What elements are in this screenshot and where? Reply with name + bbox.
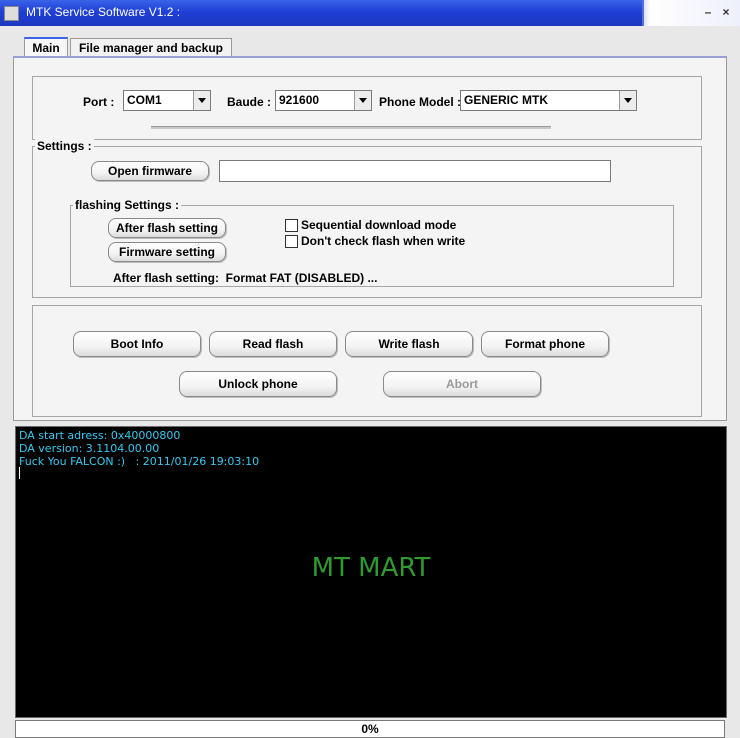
log-line: DA start adress: 0x40000800 [19, 429, 181, 442]
firmware-setting-button[interactable]: Firmware setting [108, 242, 226, 262]
settings-group-label: Settings : [35, 139, 94, 153]
connection-divider [151, 126, 551, 129]
baud-select[interactable]: 921600 [275, 90, 372, 111]
flashing-settings-group: flashing Settings : After flash setting … [70, 198, 674, 287]
sequential-download-label: Sequential download mode [301, 218, 457, 232]
chevron-down-icon[interactable] [193, 91, 210, 110]
app-icon [4, 6, 19, 21]
after-flash-status-text: After flash setting: Format FAT (DISABLE… [113, 271, 378, 285]
close-icon[interactable]: × [718, 4, 734, 20]
dont-check-flash-label: Don't check flash when write [301, 234, 466, 248]
format-phone-button[interactable]: Format phone [481, 331, 609, 357]
actions-group: Boot Info Read flash Write flash Format … [32, 305, 702, 417]
abort-button[interactable]: Abort [383, 371, 541, 397]
title-bar: MTK Service Software V1.2 : – × [0, 0, 740, 26]
window-title: MTK Service Software V1.2 : [26, 5, 181, 19]
baud-label: Baude : [227, 95, 272, 109]
port-select[interactable]: COM1 [123, 90, 211, 111]
text-cursor [19, 467, 20, 479]
tab-main[interactable]: Main [24, 37, 68, 57]
chevron-down-icon[interactable] [354, 91, 371, 110]
tab-file-manager[interactable]: File manager and backup [70, 38, 232, 57]
log-line: DA version: 3.1104.00.00 [19, 442, 160, 455]
after-flash-setting-button[interactable]: After flash setting [108, 218, 226, 238]
unlock-phone-button[interactable]: Unlock phone [179, 371, 337, 397]
main-panel: Port : COM1 Baude : 921600 Phone Model :… [13, 56, 727, 421]
watermark-text: MT MART [311, 553, 431, 583]
write-flash-button[interactable]: Write flash [345, 331, 473, 357]
progress-label: 0% [361, 722, 379, 736]
title-bar-separator [642, 0, 644, 26]
dont-check-flash-checkbox[interactable] [285, 235, 298, 248]
boot-info-button[interactable]: Boot Info [73, 331, 201, 357]
phone-model-label: Phone Model : [379, 95, 461, 109]
progress-bar: 0% [15, 720, 725, 738]
phone-model-value: GENERIC MTK [464, 93, 548, 107]
log-line: Fuck You FALCON :) : 2011/01/26 19:03:10 [19, 455, 260, 468]
flashing-settings-label: flashing Settings : [73, 198, 182, 212]
chevron-down-icon[interactable] [619, 91, 636, 110]
phone-model-select[interactable]: GENERIC MTK [460, 90, 637, 111]
log-console[interactable]: DA start adress: 0x40000800 DA version: … [15, 426, 727, 718]
minimize-icon[interactable]: – [700, 4, 716, 20]
port-value: COM1 [127, 93, 162, 107]
baud-value: 921600 [279, 93, 320, 107]
settings-group: Settings : Open firmware flashing Settin… [32, 139, 702, 298]
read-flash-button[interactable]: Read flash [209, 331, 337, 357]
firmware-path-field[interactable] [219, 160, 611, 182]
connection-group: Port : COM1 Baude : 921600 Phone Model :… [32, 76, 702, 140]
sequential-download-checkbox[interactable] [285, 219, 298, 232]
open-firmware-button[interactable]: Open firmware [91, 161, 209, 181]
port-label: Port : [83, 95, 115, 109]
